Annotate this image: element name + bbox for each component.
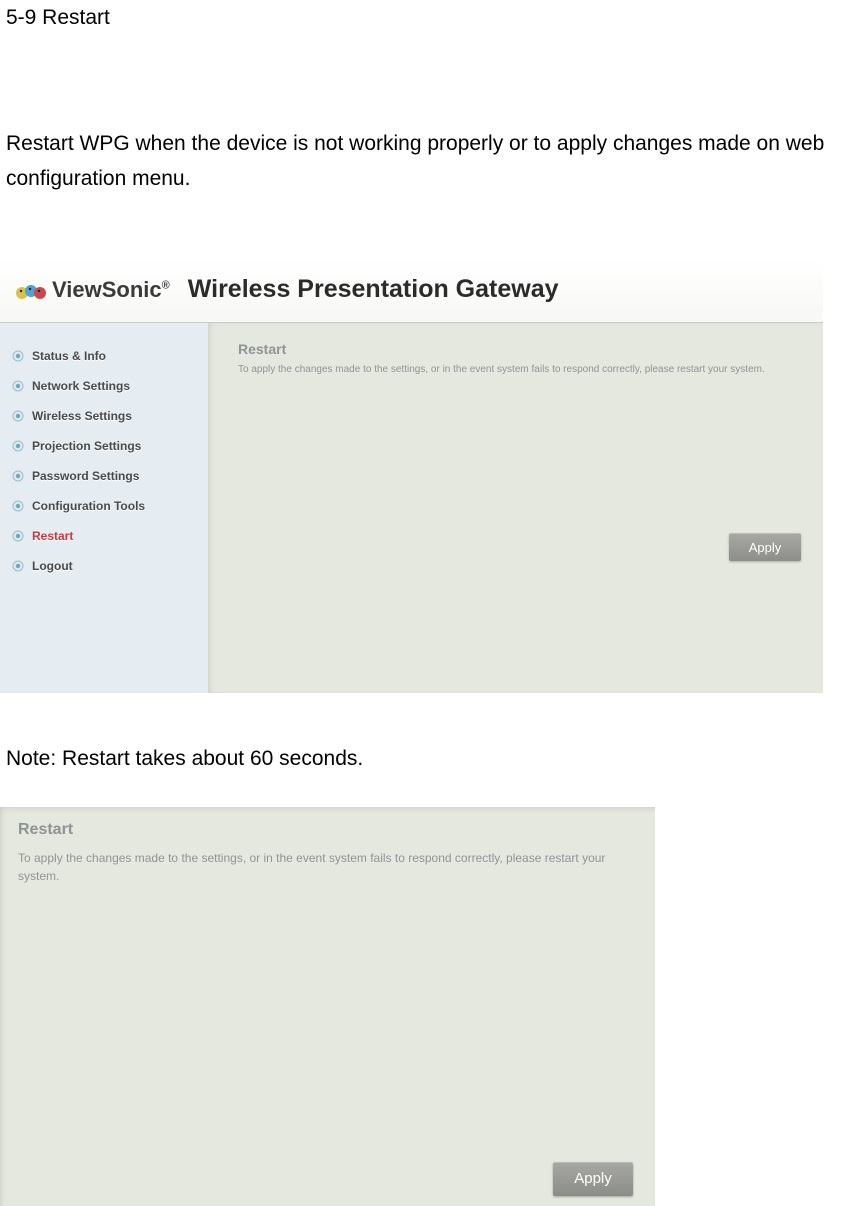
viewsonic-birds-icon [14, 278, 48, 302]
bullet-icon [12, 440, 24, 452]
bullet-icon [12, 380, 24, 392]
page-title: Wireless Presentation Gateway [188, 275, 559, 304]
brand-mark: ® [162, 279, 170, 291]
bullet-icon [12, 560, 24, 572]
sidebar-item-label: Password Settings [32, 469, 139, 483]
header-bar: ViewSonic® Wireless Presentation Gateway [0, 257, 823, 323]
sidebar-item-password-settings[interactable]: Password Settings [0, 461, 208, 491]
apply-button[interactable]: Apply [729, 533, 801, 561]
restart-panel-screenshot: Restart To apply the changes made to the… [0, 807, 655, 1206]
apply-button[interactable]: Apply [553, 1162, 633, 1196]
config-screenshot: ViewSonic® Wireless Presentation Gateway… [0, 257, 823, 693]
brand-text: ViewSonic [52, 277, 162, 302]
bullet-icon [12, 500, 24, 512]
note-paragraph: Note: Restart takes about 60 seconds. [0, 741, 865, 777]
content-heading: Restart [238, 341, 807, 357]
content-pane: Restart To apply the changes made to the… [208, 323, 823, 693]
sidebar-item-label: Configuration Tools [32, 499, 145, 513]
sidebar-item-label: Projection Settings [32, 439, 141, 453]
bullet-icon [12, 470, 24, 482]
restart-card: Restart To apply the changes made to the… [238, 341, 807, 377]
section-title: 5-9 Restart [0, 0, 865, 36]
panel-description: To apply the changes made to the setting… [18, 849, 637, 885]
restart-panel: Restart To apply the changes made to the… [0, 807, 655, 1206]
sidebar-item-wireless-settings[interactable]: Wireless Settings [0, 401, 208, 431]
sidebar-item-label: Wireless Settings [32, 409, 132, 423]
content-description: To apply the changes made to the setting… [238, 363, 807, 377]
sidebar-item-logout[interactable]: Logout [0, 551, 208, 581]
sidebar: Status & Info Network Settings Wireless … [0, 323, 208, 693]
bullet-icon [12, 530, 24, 542]
sidebar-item-network-settings[interactable]: Network Settings [0, 371, 208, 401]
sidebar-item-status-info[interactable]: Status & Info [0, 341, 208, 371]
sidebar-item-label: Network Settings [32, 379, 130, 393]
brand-name: ViewSonic® [52, 277, 170, 303]
intro-paragraph: Restart WPG when the device is not worki… [0, 126, 865, 197]
sidebar-item-label: Status & Info [32, 349, 106, 363]
sidebar-item-projection-settings[interactable]: Projection Settings [0, 431, 208, 461]
panel-heading: Restart [18, 821, 637, 839]
sidebar-item-label: Restart [32, 529, 73, 543]
sidebar-item-label: Logout [32, 559, 73, 573]
body: Status & Info Network Settings Wireless … [0, 323, 823, 693]
sidebar-item-configuration-tools[interactable]: Configuration Tools [0, 491, 208, 521]
sidebar-item-restart[interactable]: Restart [0, 521, 208, 551]
bullet-icon [12, 350, 24, 362]
bullet-icon [12, 410, 24, 422]
